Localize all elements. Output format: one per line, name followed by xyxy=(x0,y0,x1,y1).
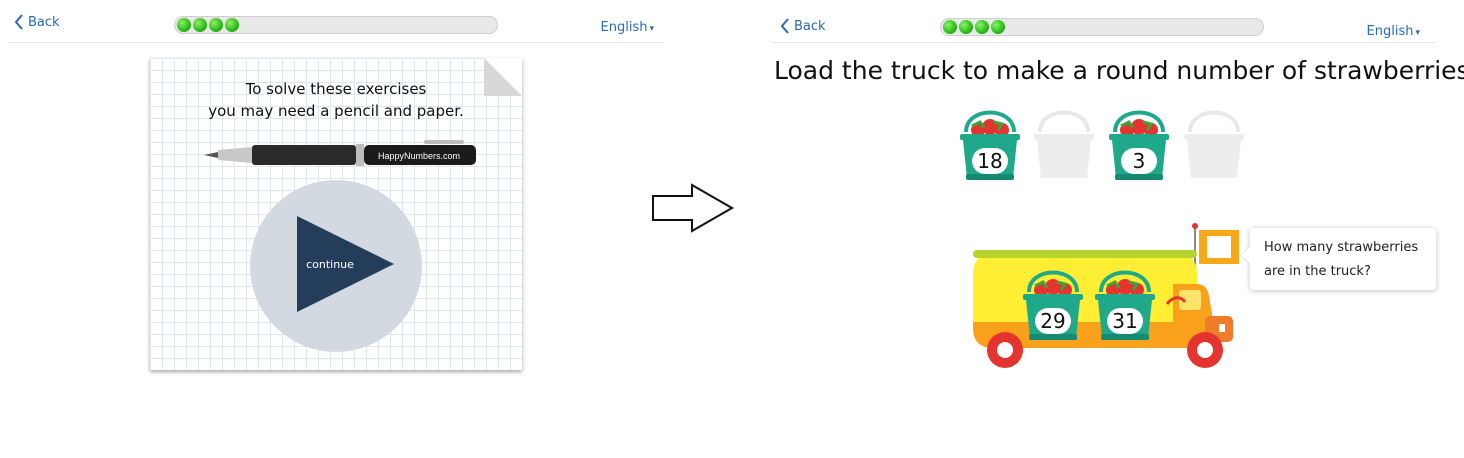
empty-basket-icon xyxy=(1184,110,1244,178)
instruction-text: To solve these exercises you may need a … xyxy=(150,78,522,122)
language-label: English xyxy=(600,20,648,35)
continue-button[interactable]: continue xyxy=(250,180,422,352)
exercise-title: Load the truck to make a round number of… xyxy=(774,56,1464,85)
progress-dots xyxy=(177,18,239,32)
pen-icon: HappyNumbers.com xyxy=(204,140,476,166)
truck[interactable]: 29 31 xyxy=(967,222,1249,370)
truck-basket-value: 29 xyxy=(1035,308,1071,334)
progress-dot xyxy=(943,20,957,34)
progress-dot xyxy=(991,20,1005,34)
progress-bar xyxy=(174,16,498,34)
exercise-screen: Back English ▾ Load the truck to make a r… xyxy=(772,0,1464,458)
caret-down-icon: ▾ xyxy=(649,24,654,34)
basket-value: 18 xyxy=(972,148,1008,174)
back-button[interactable]: Back xyxy=(14,14,60,30)
basket-3[interactable]: 3 xyxy=(1107,102,1171,182)
back-label: Back xyxy=(28,14,60,30)
progress-dot xyxy=(177,18,191,32)
paper-card: To solve these exercises you may need a … xyxy=(150,58,522,370)
progress-dot xyxy=(193,18,207,32)
basket-value: 3 xyxy=(1121,148,1157,174)
back-button[interactable]: Back xyxy=(780,18,826,34)
arrow-right-icon xyxy=(652,183,735,233)
continue-label: continue xyxy=(306,258,354,271)
progress-dots xyxy=(943,20,1005,34)
progress-bar xyxy=(940,18,1264,36)
progress-dot xyxy=(975,20,989,34)
truck-basket-29[interactable]: 29 xyxy=(1021,262,1085,342)
question-tooltip: How many strawberries are in the truck? xyxy=(1250,228,1436,290)
question-text: How many strawberries are in the truck? xyxy=(1264,236,1434,284)
empty-basket-icon xyxy=(1034,110,1094,178)
language-selector[interactable]: English ▾ xyxy=(601,20,654,35)
language-selector[interactable]: English ▾ xyxy=(1367,24,1420,39)
back-label: Back xyxy=(794,18,826,34)
language-label: English xyxy=(1366,24,1414,39)
empty-basket-slot[interactable] xyxy=(1032,102,1096,182)
question-line-2: are in the truck? xyxy=(1264,264,1371,279)
caret-down-icon: ▾ xyxy=(1415,28,1420,38)
chevron-left-icon xyxy=(780,18,789,34)
progress-dot xyxy=(209,18,223,32)
instruction-line-2: you may need a pencil and paper. xyxy=(208,102,464,120)
instruction-line-1: To solve these exercises xyxy=(245,80,427,98)
truck-basket-value: 31 xyxy=(1107,308,1143,334)
question-line-1: How many strawberries xyxy=(1264,240,1419,255)
chevron-left-icon xyxy=(14,14,23,30)
intro-screen: Back English ▾ To solve these exercises y… xyxy=(0,0,664,458)
top-bar: Back English ▾ xyxy=(8,0,664,43)
top-bar: Back English ▾ xyxy=(772,0,1436,43)
truck-basket-31[interactable]: 31 xyxy=(1093,262,1157,342)
basket-18[interactable]: 18 xyxy=(958,102,1022,182)
empty-basket-slot[interactable] xyxy=(1182,102,1246,182)
progress-dot xyxy=(959,20,973,34)
progress-dot xyxy=(225,18,239,32)
pen-brand-text: HappyNumbers.com xyxy=(378,151,460,161)
